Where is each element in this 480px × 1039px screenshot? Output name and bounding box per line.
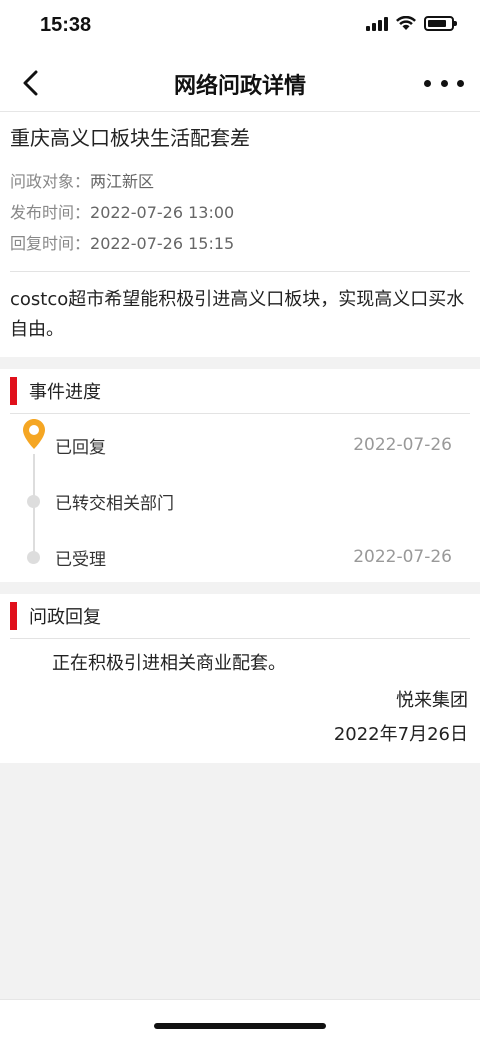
reply-organization: 悦来集团 [396,690,468,711]
timeline-label: 已回复 [55,437,106,458]
article-body: costco超市希望能积极引进高义口板块，实现高义口买水自由。 [10,289,465,340]
more-dots-icon [424,79,431,87]
reply-date: 2022年7月26日 [333,724,468,745]
timeline-date: 2022-07-26 [353,547,452,567]
status-time: 15:38 [40,14,92,36]
section-gap [0,582,480,594]
section-gap [0,357,480,369]
reply-card: 问政回复 正在积极引进相关商业配套。 悦来集团 2022年7月26日 [0,594,480,763]
timeline-label: 已转交相关部门 [55,493,174,514]
more-button[interactable] [424,68,464,98]
home-indicator[interactable] [154,1023,326,1029]
section-accent-bar [10,377,17,405]
meta-publish-time: 发布时间：2022-07-26 13:00 [10,197,470,228]
meta-value: 两江新区 [90,172,155,191]
reply-section-title: 问政回复 [29,607,101,628]
meta-label: 发布时间： [10,203,91,222]
timeline-item: 已转交相关部门 [0,486,452,516]
timeline-dot [27,550,40,564]
meta-reply-time: 回复时间：2022-07-26 15:15 [10,228,470,259]
timeline-item: 已回复 2022-07-26 [0,419,452,460]
article-meta: 问政对象：两江新区 发布时间：2022-07-26 13:00 回复时间：202… [10,166,470,259]
nav-bar: 网络问政详情 [0,54,480,112]
timeline-label: 已受理 [55,549,106,570]
meta-value: 2022-07-26 15:15 [90,234,235,253]
page-title: 网络问政详情 [173,74,306,99]
timeline-item: 已受理 2022-07-26 [0,542,452,572]
top-header: 15:38 网络问政详情 [0,0,480,112]
meta-value: 2022-07-26 13:00 [90,203,235,222]
progress-card: 事件进度 已回复 2022-07-26 已转交相关部门 已受理 2022-07-… [0,369,480,582]
progress-timeline: 已回复 2022-07-26 已转交相关部门 已受理 2022-07-26 [0,414,480,582]
bottom-bar [0,999,480,1039]
section-accent-bar [10,602,17,630]
location-pin-icon [23,419,45,449]
reply-text: 正在积极引进相关商业配套。 [52,653,286,674]
wifi-icon [396,16,416,30]
meta-label: 回复时间： [10,234,91,253]
battery-icon [424,16,457,31]
progress-section-title: 事件进度 [29,382,101,403]
meta-label: 问政对象： [10,172,91,191]
reply-body: 正在积极引进相关商业配套。 悦来集团 2022年7月26日 [0,639,480,763]
status-icons [366,16,457,31]
article-card: 重庆高义口板块生活配套差 问政对象：两江新区 发布时间：2022-07-26 1… [0,112,480,357]
meta-target: 问政对象：两江新区 [10,166,470,197]
timeline-dot [27,494,40,508]
progress-section-header: 事件进度 [10,369,470,414]
article-title: 重庆高义口板块生活配套差 [10,126,250,150]
timeline-date: 2022-07-26 [353,435,452,455]
cellular-signal-icon [366,16,388,31]
reply-section-header: 问政回复 [10,594,470,639]
status-bar: 15:38 [0,0,480,54]
